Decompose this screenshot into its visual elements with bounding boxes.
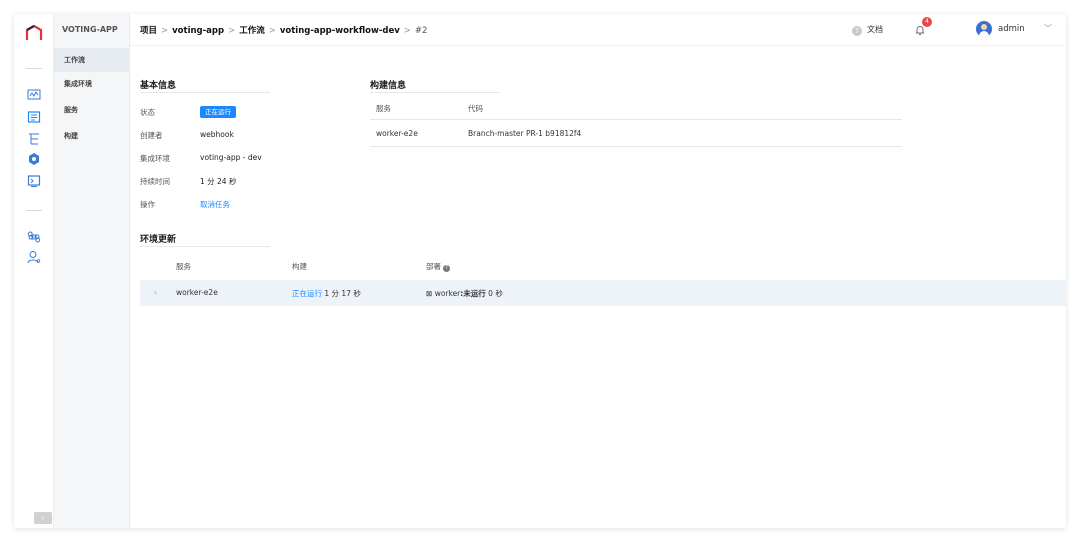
column-header-code: 代码 — [468, 104, 483, 113]
build-code-link[interactable]: Branch-master PR-1 b91812f4 — [468, 129, 581, 138]
docs-label: 文档 — [867, 25, 883, 34]
build-info-title: 构建信息 — [370, 81, 407, 91]
notification-badge: 4 — [922, 17, 932, 27]
help-icon[interactable]: ? — [443, 265, 450, 272]
subnav-item-build[interactable]: 构建 — [54, 124, 130, 148]
divider — [140, 246, 270, 247]
subnav-item-service[interactable]: 服务 — [54, 98, 130, 122]
deploy-status: :未运行 — [460, 289, 486, 298]
breadcrumb-run: #2 — [414, 26, 428, 36]
deploy-status-cell: ⊠ worker:未运行 0 秒 — [426, 288, 503, 299]
breadcrumb: 项目 > voting-app > 工作流 > voting-app-workflow-de… — [140, 24, 427, 36]
divider — [370, 92, 500, 93]
divider — [370, 119, 902, 120]
build-status-link[interactable]: 正在运行 — [292, 289, 322, 298]
basic-info-title: 基本信息 — [140, 81, 177, 91]
icon-rail: › — [14, 14, 54, 528]
chevron-right-icon[interactable]: › — [154, 288, 157, 297]
column-header-service: 服务 — [376, 104, 391, 113]
environment-label: 集成环境 — [140, 154, 170, 163]
kubernetes-icon[interactable] — [27, 152, 41, 166]
action-label: 操作 — [140, 200, 155, 209]
deploy-label: 部署 — [426, 262, 441, 271]
help-icon: ? — [852, 26, 862, 36]
main-content: 基本信息 状态 正在运行 创建者 webhook 集成环境 voting-app… — [130, 47, 1066, 528]
logo-icon[interactable] — [25, 24, 43, 42]
app-name: VOTING-APP — [62, 25, 118, 34]
sub-sidebar: VOTING-APP 工作流 集成环境 服务 构建 — [54, 14, 130, 528]
command-icon[interactable] — [27, 230, 41, 244]
duration-value: 1 分 24 秒 — [200, 177, 237, 186]
creator-label: 创建者 — [140, 131, 163, 140]
monitor-icon[interactable] — [27, 88, 41, 102]
column-header-deploy: 部署? — [426, 261, 450, 272]
environment-value: voting-app - dev — [200, 153, 262, 162]
build-status-cell: 正在运行 1 分 17 秒 — [292, 288, 361, 299]
breadcrumb-project[interactable]: voting-app — [172, 26, 224, 36]
subnav-item-environment[interactable]: 集成环境 — [54, 72, 130, 96]
tree-icon[interactable] — [27, 132, 41, 146]
rail-divider — [26, 210, 42, 211]
cancel-task-link[interactable]: 取消任务 — [200, 199, 230, 210]
duration-label: 持续时间 — [140, 177, 170, 186]
column-header-service: 服务 — [176, 262, 191, 271]
build-service-cell: worker-e2e — [376, 129, 418, 138]
terminal-icon[interactable] — [27, 174, 41, 188]
build-duration: 1 分 17 秒 — [324, 289, 361, 298]
top-header: 项目 > voting-app > 工作流 > voting-app-workflow-de… — [130, 14, 1066, 46]
deploy-target: worker — [434, 289, 461, 298]
env-update-title: 环境更新 — [140, 235, 177, 245]
status-badge: 正在运行 — [200, 106, 236, 118]
collapse-button[interactable]: › — [34, 512, 52, 524]
avatar[interactable] — [976, 21, 992, 37]
env-service-cell: worker-e2e — [176, 288, 218, 297]
breadcrumb-separator: > — [403, 26, 411, 36]
deploy-duration: 0 秒 — [488, 289, 503, 298]
breadcrumb-separator: > — [228, 26, 236, 36]
docs-link[interactable]: ? 文档 — [852, 24, 912, 36]
status-label: 状态 — [140, 108, 155, 117]
app-window: › VOTING-APP 工作流 集成环境 服务 构建 项目 > voting-ap… — [14, 14, 1066, 528]
column-header-build: 构建 — [292, 262, 307, 271]
breadcrumb-workflow[interactable]: voting-app-workflow-dev — [280, 26, 400, 36]
chevron-down-icon[interactable]: ﹀ — [1044, 23, 1052, 34]
divider — [370, 146, 902, 147]
breadcrumb-separator: > — [268, 26, 276, 36]
divider — [140, 92, 270, 93]
creator-value: webhook — [200, 130, 234, 139]
rail-divider — [26, 68, 42, 69]
breadcrumb-workflows[interactable]: 工作流 — [239, 26, 265, 36]
subnav-item-workflow[interactable]: 工作流 — [54, 48, 130, 72]
project-icon[interactable] — [27, 110, 41, 124]
user-settings-icon[interactable] — [27, 250, 41, 264]
table-row[interactable]: › worker-e2e 正在运行 1 分 17 秒 ⊠ worker:未运行 … — [140, 280, 1066, 306]
breadcrumb-separator: > — [161, 26, 169, 36]
username[interactable]: admin — [998, 24, 1025, 34]
deploy-icon: ⊠ — [426, 289, 433, 298]
breadcrumb-projects[interactable]: 项目 — [140, 26, 157, 36]
